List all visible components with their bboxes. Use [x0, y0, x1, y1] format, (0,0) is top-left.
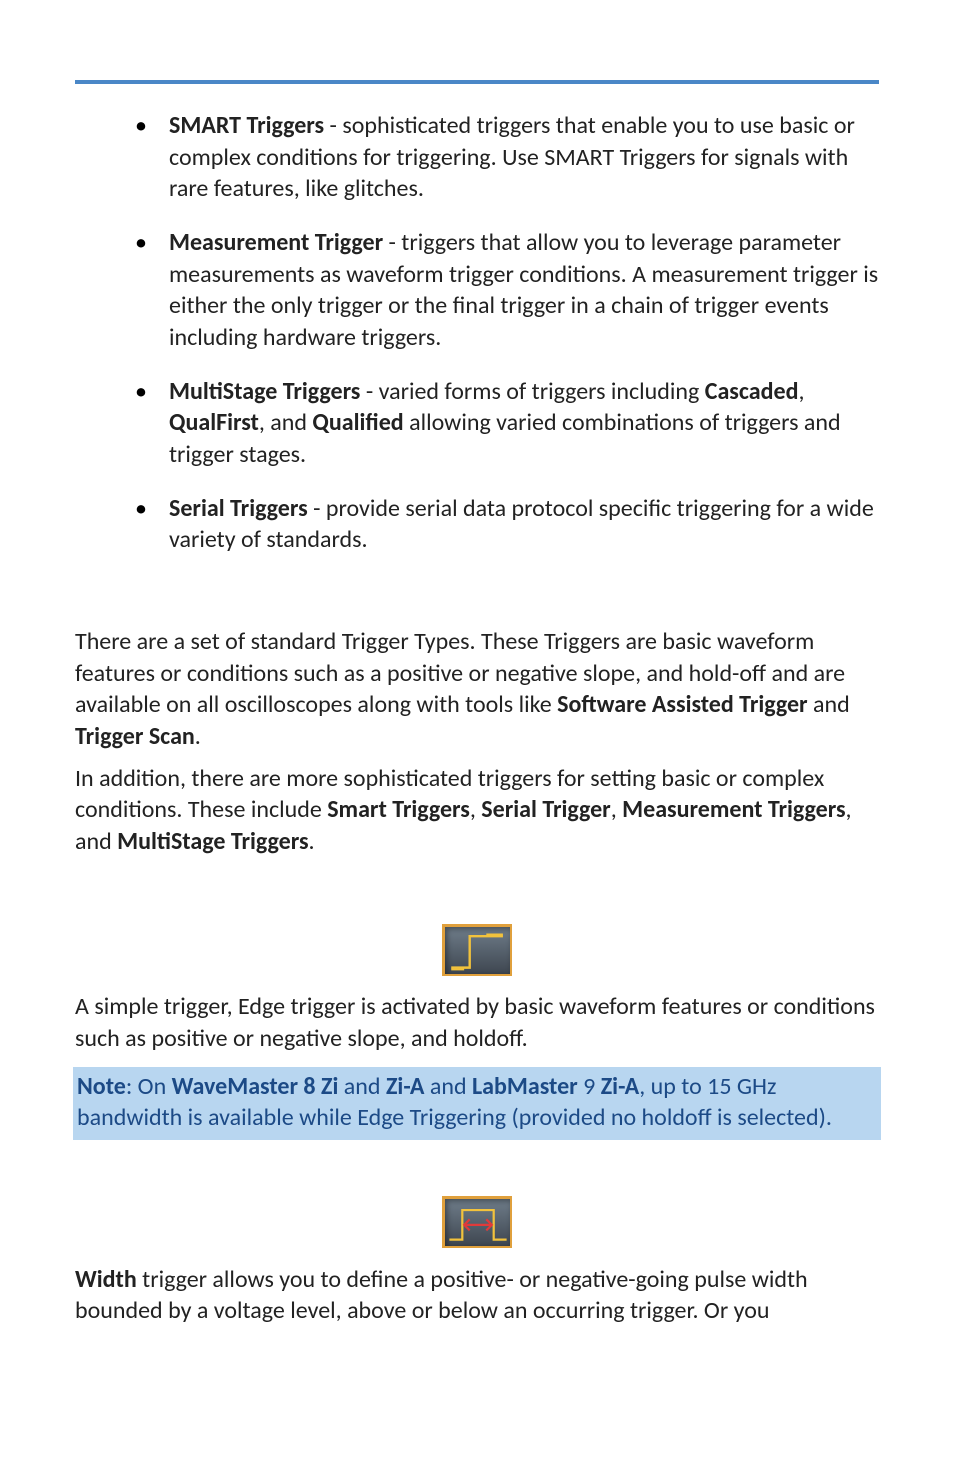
note-box: Note: On WaveMaster 8 Zi and Zi-A and La…: [73, 1067, 881, 1140]
bullet-measurement-trigger: Measurement Trigger - triggers that allo…: [145, 227, 879, 354]
header-divider: [75, 80, 879, 84]
bullet-serial-triggers: Serial Triggers - provide serial data pr…: [145, 493, 879, 556]
para-trigger-types: There are a set of standard Trigger Type…: [75, 626, 879, 753]
bullet-smart-triggers: SMART Triggers - sophisticated triggers …: [145, 110, 879, 205]
para-edge-trigger: A simple trigger, Edge trigger is activa…: [75, 991, 879, 1054]
page-content: SMART Triggers - sophisticated triggers …: [75, 110, 879, 1327]
width-trigger-icon: [442, 1196, 512, 1248]
document-page: SMART Triggers - sophisticated triggers …: [0, 0, 954, 1475]
para-width-trigger: Width trigger allows you to define a pos…: [75, 1264, 879, 1327]
note-wavemaster: Note: On WaveMaster 8 Zi and Zi-A and La…: [77, 1071, 875, 1134]
edge-trigger-icon: [442, 924, 512, 976]
trigger-type-list: SMART Triggers - sophisticated triggers …: [75, 110, 879, 556]
bullet-multistage-triggers: MultiStage Triggers - varied forms of tr…: [145, 376, 879, 471]
edge-icon-container: [75, 924, 879, 984]
width-icon-container: [75, 1196, 879, 1256]
para-sophisticated-triggers: In addition, there are more sophisticate…: [75, 763, 879, 858]
